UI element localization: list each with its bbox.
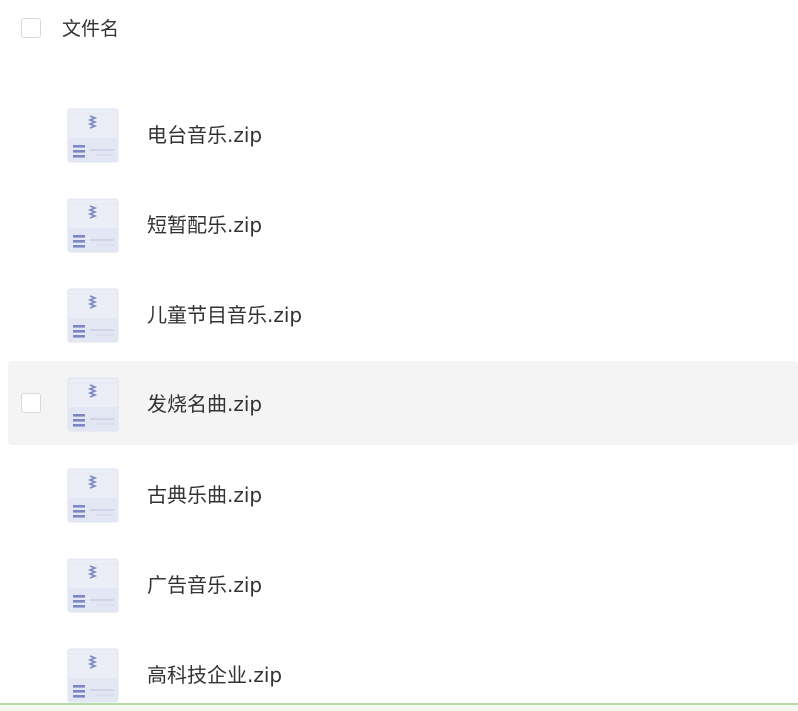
zip-archive-icon <box>66 288 120 343</box>
file-name[interactable]: 电台音乐.zip <box>147 122 262 148</box>
file-name[interactable]: 发烧名曲.zip <box>147 391 262 417</box>
list-item[interactable]: 短暂配乐.zip <box>8 182 798 266</box>
file-list: 电台音乐.zip 短暂配乐.zip 儿童节目音乐.zip 发烧名曲.zip 古典… <box>0 0 798 711</box>
zip-archive-icon <box>66 377 120 432</box>
list-header: 文件名 <box>0 0 798 50</box>
file-name[interactable]: 短暂配乐.zip <box>147 212 262 238</box>
select-all-checkbox[interactable] <box>21 18 41 38</box>
zip-archive-icon <box>66 468 120 523</box>
file-name[interactable]: 高科技企业.zip <box>147 662 282 688</box>
zip-archive-icon <box>66 108 120 163</box>
file-name[interactable]: 古典乐曲.zip <box>147 482 262 508</box>
list-item[interactable]: 广告音乐.zip <box>8 542 798 626</box>
file-name[interactable]: 广告音乐.zip <box>147 572 262 598</box>
list-item[interactable]: 儿童节目音乐.zip <box>8 272 798 356</box>
column-header-filename[interactable]: 文件名 <box>62 17 119 41</box>
file-name[interactable]: 儿童节目音乐.zip <box>147 302 302 328</box>
list-item[interactable]: 高科技企业.zip <box>8 632 798 711</box>
file-list-page: 电台音乐.zip 短暂配乐.zip 儿童节目音乐.zip 发烧名曲.zip 古典… <box>0 0 798 711</box>
zip-archive-icon <box>66 558 120 613</box>
list-item-hovered[interactable]: 发烧名曲.zip <box>8 361 798 445</box>
bottom-bar <box>0 703 798 711</box>
zip-archive-icon <box>66 648 120 703</box>
list-item[interactable]: 古典乐曲.zip <box>8 452 798 536</box>
zip-archive-icon <box>66 198 120 253</box>
row-select-checkbox[interactable] <box>21 393 41 413</box>
list-item[interactable]: 电台音乐.zip <box>8 92 798 176</box>
